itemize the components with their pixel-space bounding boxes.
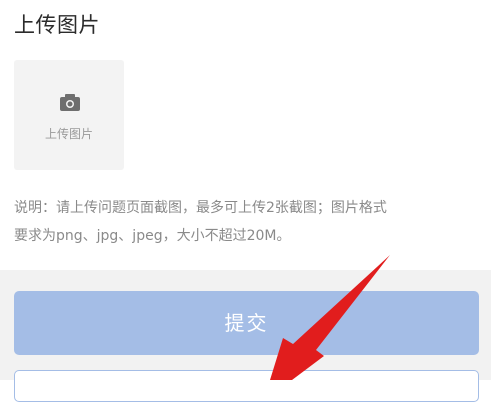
secondary-button[interactable]	[14, 370, 479, 402]
upload-description: 说明：请上传问题页面截图，最多可上传2张截图；图片格式 要求为png、jpg、j…	[14, 194, 476, 250]
upload-image-button[interactable]	[14, 60, 124, 170]
upload-image-label: 上传图片	[44, 127, 93, 141]
camera-icon	[60, 94, 80, 111]
submit-button[interactable]: 提交	[14, 291, 479, 355]
upload-description-line-1: 说明：请上传问题页面截图，最多可上传2张截图；图片格式	[14, 200, 387, 216]
page-title: 上传图片	[14, 13, 100, 37]
upload-description-line-2: 要求为png、jpg、jpeg，大小不超过20M。	[14, 228, 291, 244]
